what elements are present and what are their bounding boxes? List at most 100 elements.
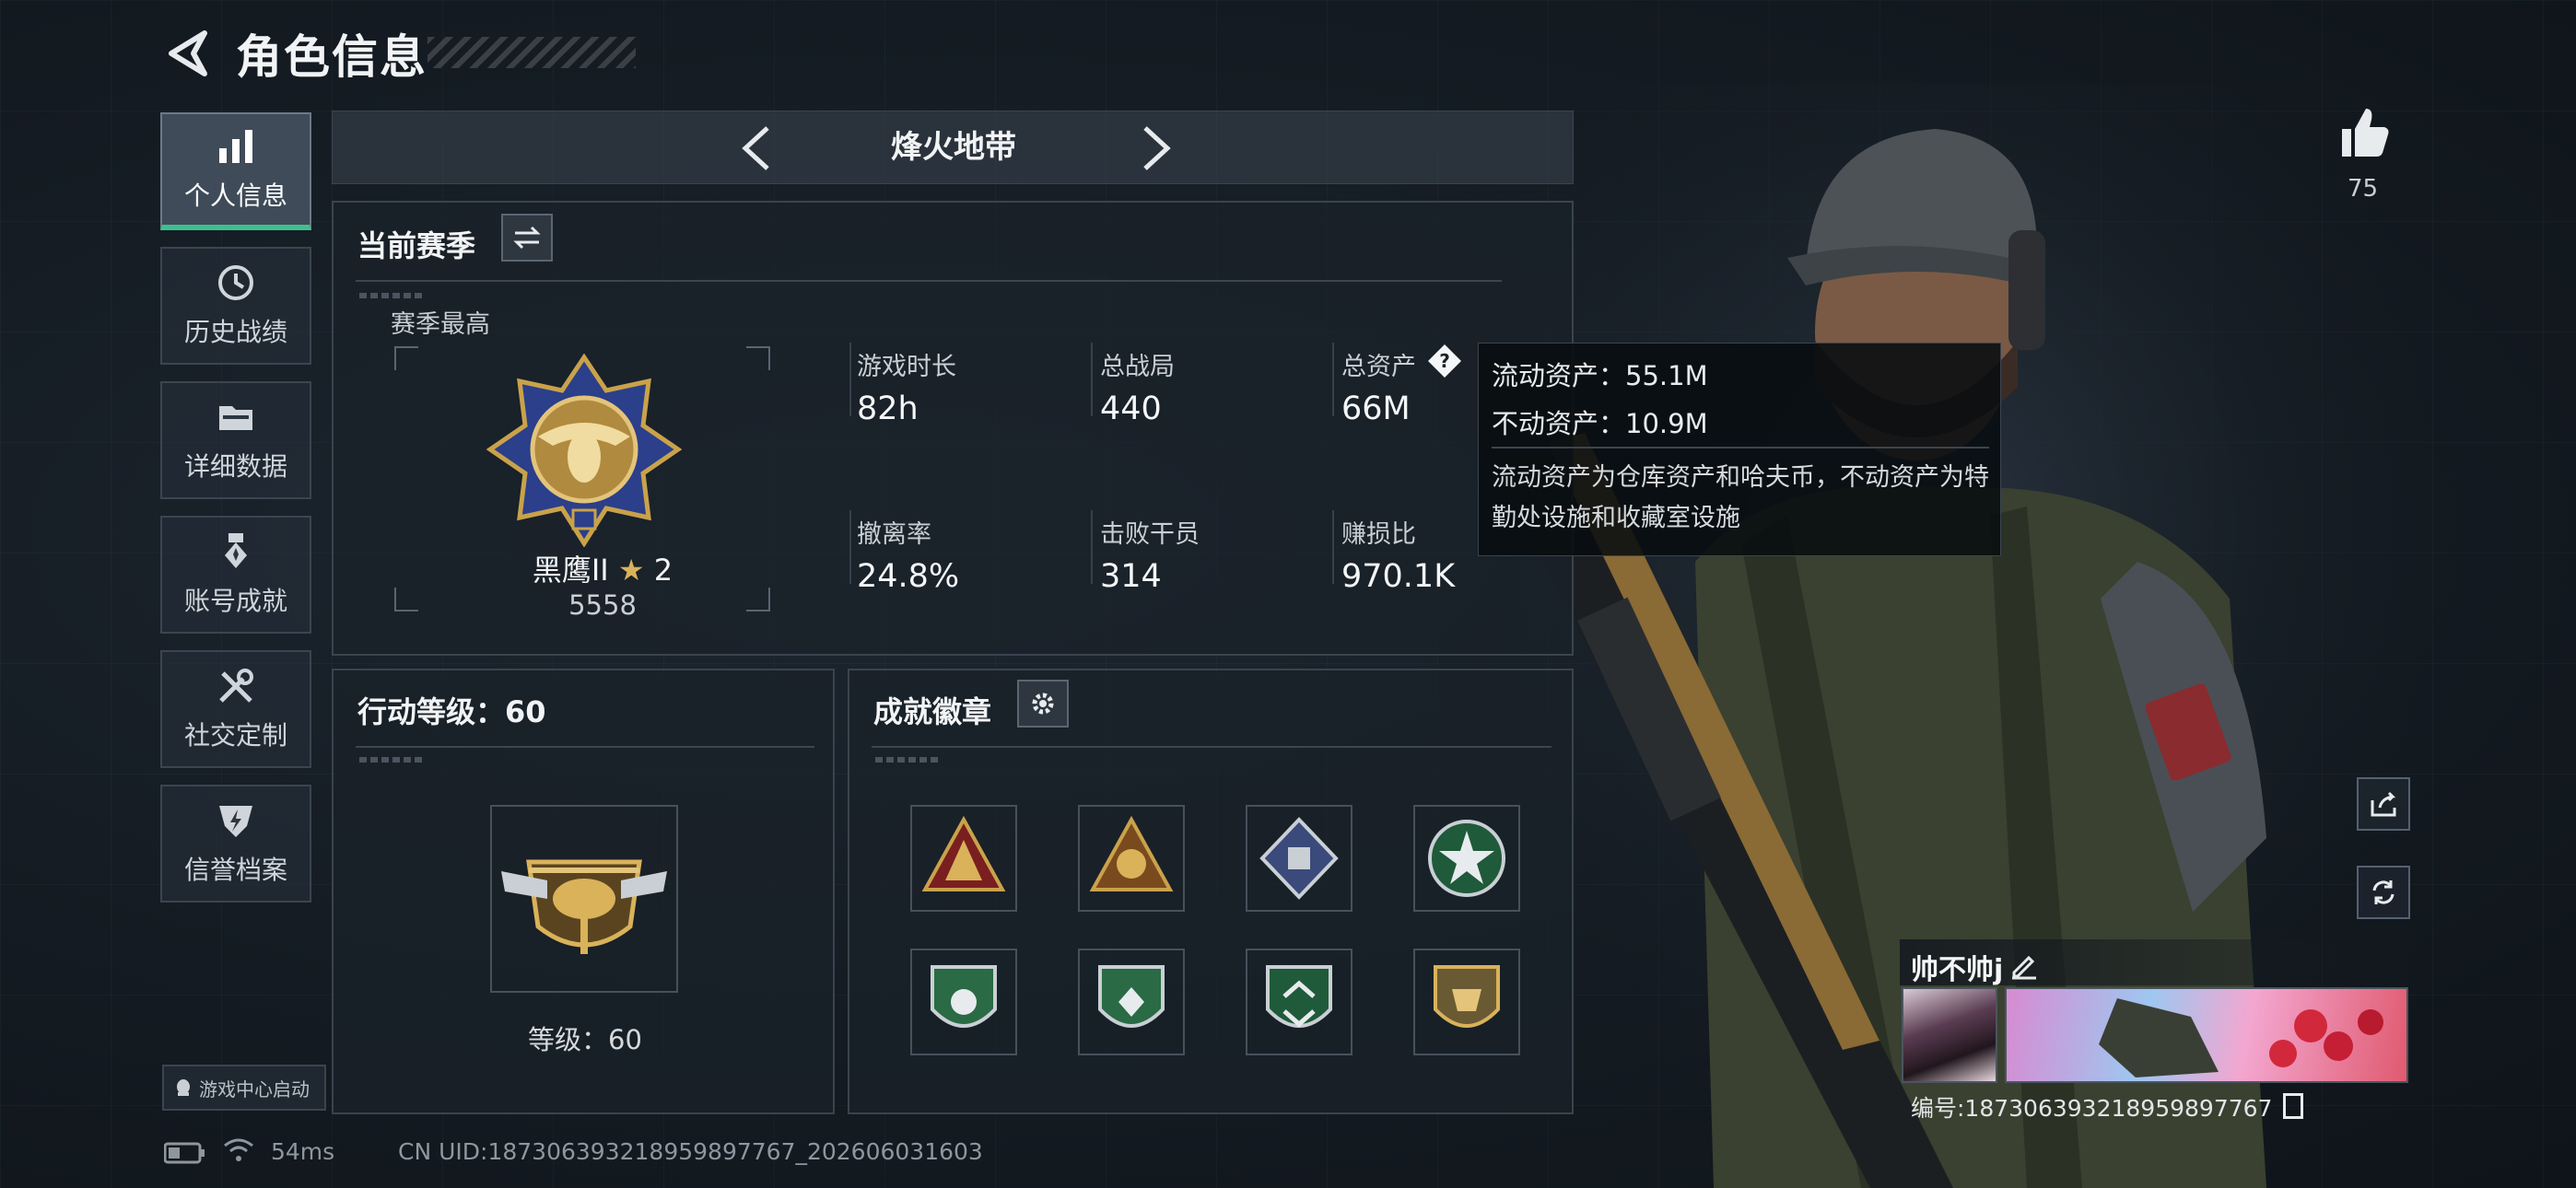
title-decoration xyxy=(427,37,636,68)
share-icon xyxy=(2371,791,2396,817)
qq-icon xyxy=(177,1079,190,1096)
shield-bolt-icon xyxy=(219,806,252,837)
sidebar-item-label: 详细数据 xyxy=(183,451,287,482)
avatar[interactable] xyxy=(1902,987,1997,1083)
level-text: 等级：60 xyxy=(528,1024,642,1055)
triangle-badge-icon xyxy=(1089,815,1174,891)
refresh-icon xyxy=(2372,880,2395,904)
helicopter-emblem-icon xyxy=(501,859,667,954)
tooltip-description: 流动资产为仓库资产和哈夫币，不动资产为特勤处设施和收藏室设施 xyxy=(1492,463,1989,532)
divider xyxy=(1091,343,1093,416)
game-center-label: 游戏中心启动 xyxy=(199,1077,310,1101)
divider-decoration xyxy=(359,293,424,298)
star-badge-icon xyxy=(1428,820,1505,897)
wifi-icon xyxy=(224,1138,253,1161)
badge-slot[interactable] xyxy=(1246,805,1352,912)
folder-icon xyxy=(219,406,252,430)
stat-label: 总资产 xyxy=(1341,353,1416,381)
season-best-label: 赛季最高 xyxy=(391,310,490,339)
badge-slot[interactable] xyxy=(910,805,1017,912)
stat-label: 游戏时长 xyxy=(857,353,956,381)
thumbs-up-icon[interactable] xyxy=(2336,105,2392,160)
rank-name-row: 黑鹰II ★ 2 xyxy=(334,547,872,589)
chevron-right-icon[interactable] xyxy=(1127,121,1182,176)
game-center-launch[interactable]: 游戏中心启动 xyxy=(162,1065,326,1111)
sidebar-item-social[interactable]: 社交定制 xyxy=(160,650,311,768)
ping-text: 54ms xyxy=(271,1138,335,1165)
tooltip-liquid-assets: 流动资产：55.1M xyxy=(1492,360,1708,391)
divider xyxy=(356,746,814,748)
badge-slot[interactable] xyxy=(1246,949,1352,1055)
stat-label: 赚损比 xyxy=(1341,520,1416,549)
mode-selector: 烽火地带 xyxy=(332,111,1574,184)
action-level-panel: 行动等级：60 等级：60 xyxy=(332,669,835,1114)
stat-value: 314 xyxy=(1100,558,1162,595)
copy-icon[interactable] xyxy=(2283,1093,2304,1119)
divider-decoration xyxy=(875,757,940,763)
help-icon[interactable]: ? xyxy=(1426,343,1463,379)
tools-icon xyxy=(219,669,253,703)
player-name: 帅不帅j xyxy=(1911,954,2004,986)
gear-icon xyxy=(1032,693,1054,715)
sidebar-item-label: 账号成就 xyxy=(183,586,287,616)
shield-badge-icon xyxy=(1098,965,1165,1028)
action-level-title: 行动等级：60 xyxy=(357,694,546,729)
medal-icon xyxy=(225,533,247,568)
badge-slot[interactable] xyxy=(1413,805,1520,912)
frame-corner xyxy=(746,346,770,370)
shield-badge-icon xyxy=(1266,965,1332,1028)
sidebar-item-label: 个人信息 xyxy=(183,181,287,211)
sidebar-item-history[interactable]: 历史战绩 xyxy=(160,247,311,365)
rank-stars: 2 xyxy=(653,553,673,588)
sidebar-item-detailed-data[interactable]: 详细数据 xyxy=(160,381,311,499)
like-count: 75 xyxy=(2348,175,2379,203)
frame-corner xyxy=(394,346,418,370)
sidebar-item-personal-info[interactable]: 个人信息 xyxy=(160,112,311,230)
player-id: 编号:187306393218959897767 xyxy=(1911,1090,2304,1124)
share-button[interactable] xyxy=(2357,777,2410,831)
diamond-badge-icon xyxy=(1259,817,1339,900)
divider-decoration xyxy=(359,757,424,763)
mode-name: 烽火地带 xyxy=(891,129,1016,166)
achievement-badges-panel: 成就徽章 xyxy=(848,669,1574,1114)
season-switch-button[interactable] xyxy=(501,214,553,262)
divider xyxy=(1332,343,1334,416)
bar-chart-icon xyxy=(219,130,252,163)
badge-slot[interactable] xyxy=(1078,949,1185,1055)
sidebar-item-credit[interactable]: 信誉档案 xyxy=(160,785,311,903)
divider xyxy=(872,746,1551,748)
banner-artwork xyxy=(2099,998,2383,1077)
divider xyxy=(356,280,1502,282)
stat-label: 总战局 xyxy=(1100,353,1175,381)
divider xyxy=(849,343,851,416)
badge-slot[interactable] xyxy=(1078,805,1185,912)
profile-banner[interactable] xyxy=(2005,987,2408,1083)
stat-value: 82h xyxy=(857,390,919,427)
badge-slot[interactable] xyxy=(1413,949,1520,1055)
back-arrow-icon[interactable] xyxy=(162,28,214,79)
tooltip-fixed-assets: 不动资产：10.9M xyxy=(1492,408,1708,439)
refresh-button[interactable] xyxy=(2357,866,2410,919)
sidebar-item-achievements[interactable]: 账号成就 xyxy=(160,516,311,634)
season-panel: 当前赛季 赛季最高 黑鹰II ★ 2 5558 游戏时长 82h 总战局 440… xyxy=(332,201,1574,656)
rank-name: 黑鹰II xyxy=(532,553,609,588)
history-icon xyxy=(218,265,253,300)
battery-icon xyxy=(164,1142,205,1164)
shield-badge-icon xyxy=(1434,965,1500,1028)
badge-slot[interactable] xyxy=(910,949,1017,1055)
player-id-text: 编号:187306393218959897767 xyxy=(1911,1095,2273,1122)
stat-value: 440 xyxy=(1100,390,1162,427)
stat-value: 24.8% xyxy=(857,558,960,595)
sidebar-item-label: 信誉档案 xyxy=(183,855,287,885)
sidebar-item-label: 历史战绩 xyxy=(183,317,287,347)
page-title: 角色信息 xyxy=(236,30,427,84)
rank-emblem-icon xyxy=(486,354,682,547)
shield-badge-icon xyxy=(931,965,997,1028)
stat-label: 撤离率 xyxy=(857,520,931,549)
chevron-left-icon[interactable] xyxy=(731,121,786,176)
uid-text: CN UID:187306393218959897767_20260603160… xyxy=(398,1138,983,1165)
stat-value: 970.1K xyxy=(1341,558,1456,595)
badge-settings-button[interactable] xyxy=(1017,680,1069,728)
edit-icon[interactable] xyxy=(2008,949,2040,980)
rank-score: 5558 xyxy=(568,589,637,621)
